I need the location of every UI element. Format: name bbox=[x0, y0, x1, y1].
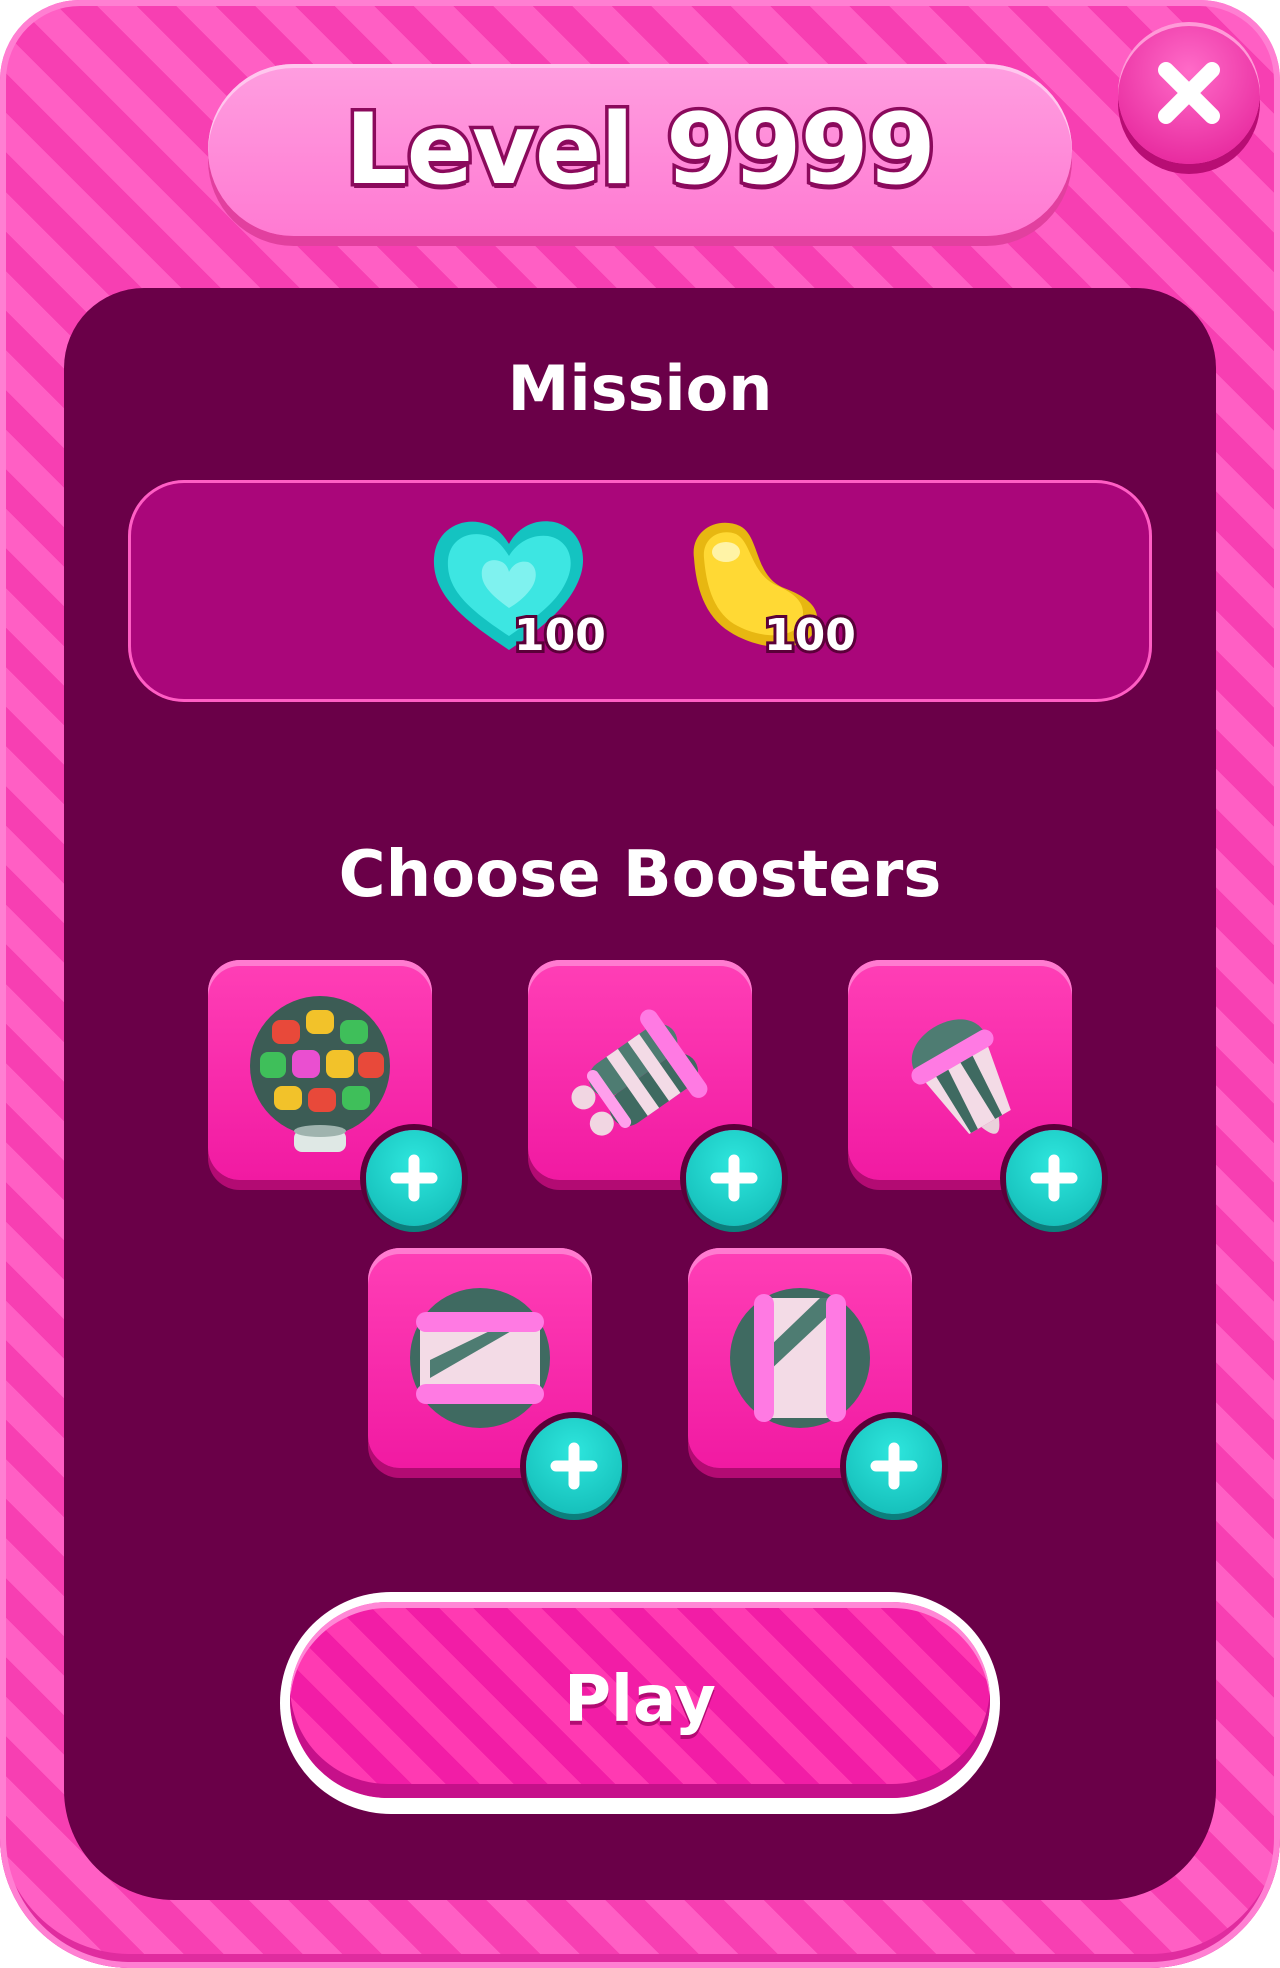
plus-icon bbox=[550, 1442, 598, 1490]
mission-goal-item: 100 bbox=[674, 480, 874, 702]
booster-slot-double-rocket[interactable] bbox=[528, 960, 782, 1226]
level-title-plate: Level 9999 bbox=[208, 64, 1072, 236]
mission-goals-box: 100 100 bbox=[128, 480, 1152, 702]
booster-slot-striped-rocket[interactable] bbox=[848, 960, 1102, 1226]
play-button-face[interactable]: Play bbox=[290, 1602, 990, 1798]
add-booster-button[interactable] bbox=[686, 1130, 782, 1226]
striped-rocket-booster-icon bbox=[911, 1019, 1011, 1134]
level-title: Level 9999 bbox=[342, 90, 940, 211]
play-button[interactable]: Play bbox=[280, 1592, 1000, 1814]
horizontal-striped-booster-icon bbox=[410, 1288, 550, 1428]
booster-slot-vertical-striped[interactable] bbox=[688, 1248, 942, 1514]
plus-icon bbox=[1030, 1154, 1078, 1202]
vertical-striped-booster-icon bbox=[730, 1288, 870, 1428]
mission-heading: Mission bbox=[507, 352, 773, 425]
add-booster-button[interactable] bbox=[526, 1418, 622, 1514]
play-button-label: Play bbox=[564, 1663, 716, 1737]
plus-icon bbox=[870, 1442, 918, 1490]
close-icon bbox=[1158, 62, 1220, 124]
color-bomb-booster-icon bbox=[250, 996, 390, 1152]
booster-slot-horizontal-striped[interactable] bbox=[368, 1248, 622, 1514]
mission-goal-count: 100 bbox=[761, 607, 859, 664]
add-booster-button[interactable] bbox=[1006, 1130, 1102, 1226]
double-rocket-booster-icon bbox=[571, 1009, 708, 1136]
mission-goal-item: 100 bbox=[424, 480, 624, 702]
mission-goal-count: 100 bbox=[511, 607, 609, 664]
close-button[interactable] bbox=[1118, 22, 1260, 164]
boosters-heading: Choose Boosters bbox=[338, 838, 942, 912]
add-booster-button[interactable] bbox=[846, 1418, 942, 1514]
add-booster-button[interactable] bbox=[366, 1130, 462, 1226]
booster-slot-color-bomb[interactable] bbox=[208, 960, 462, 1226]
plus-icon bbox=[390, 1154, 438, 1202]
plus-icon bbox=[710, 1154, 758, 1202]
